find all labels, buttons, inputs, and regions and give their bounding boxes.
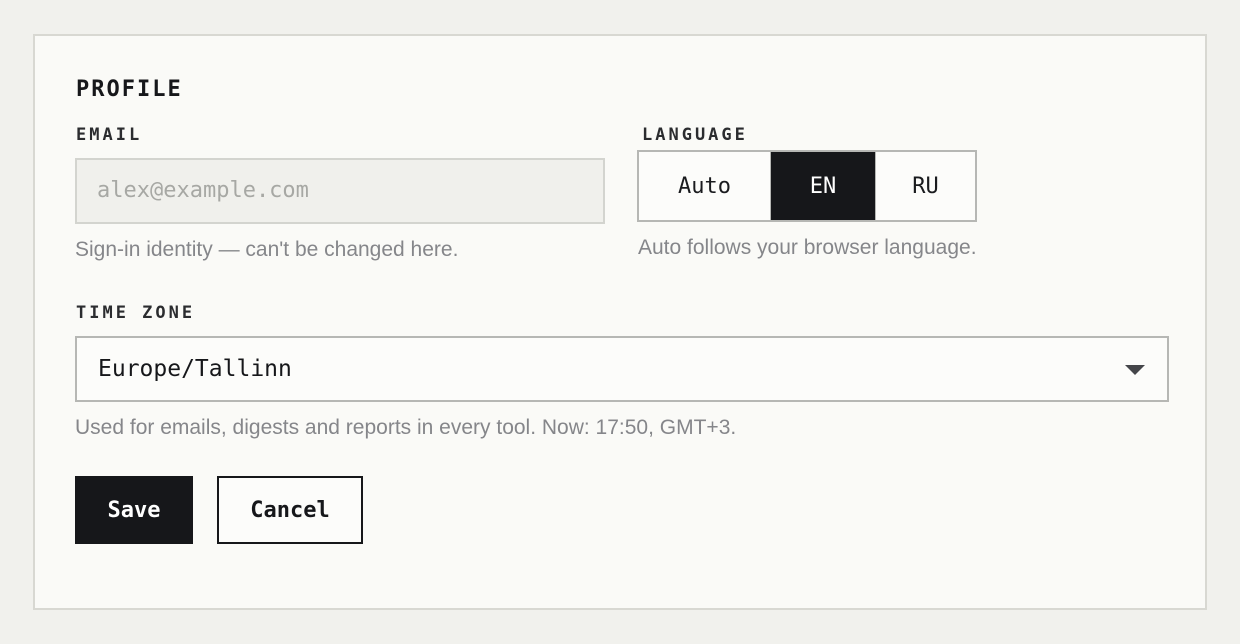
email-field: alex@example.com <box>75 158 605 224</box>
language-option-en[interactable]: EN <box>771 152 875 220</box>
language-segmented-control: Auto EN RU <box>637 150 977 222</box>
profile-card: PROFILE EMAIL alex@example.com Sign-in i… <box>33 34 1207 610</box>
time-zone-value: Europe/Tallinn <box>98 356 292 382</box>
language-label: LANGUAGE <box>642 125 748 145</box>
time-zone-hint: Used for emails, digests and reports in … <box>75 416 737 439</box>
time-zone-label: TIME ZONE <box>76 303 196 323</box>
email-label: EMAIL <box>76 125 143 145</box>
save-button[interactable]: Save <box>75 476 193 544</box>
language-option-auto[interactable]: Auto <box>639 152 771 220</box>
cancel-button[interactable]: Cancel <box>217 476 363 544</box>
time-zone-select[interactable]: Europe/Tallinn <box>75 336 1169 402</box>
email-hint: Sign-in identity — can't be changed here… <box>75 238 459 261</box>
section-title: PROFILE <box>76 77 183 102</box>
language-hint: Auto follows your browser language. <box>638 236 977 259</box>
language-option-ru[interactable]: RU <box>875 152 975 220</box>
chevron-down-icon <box>1125 365 1145 375</box>
